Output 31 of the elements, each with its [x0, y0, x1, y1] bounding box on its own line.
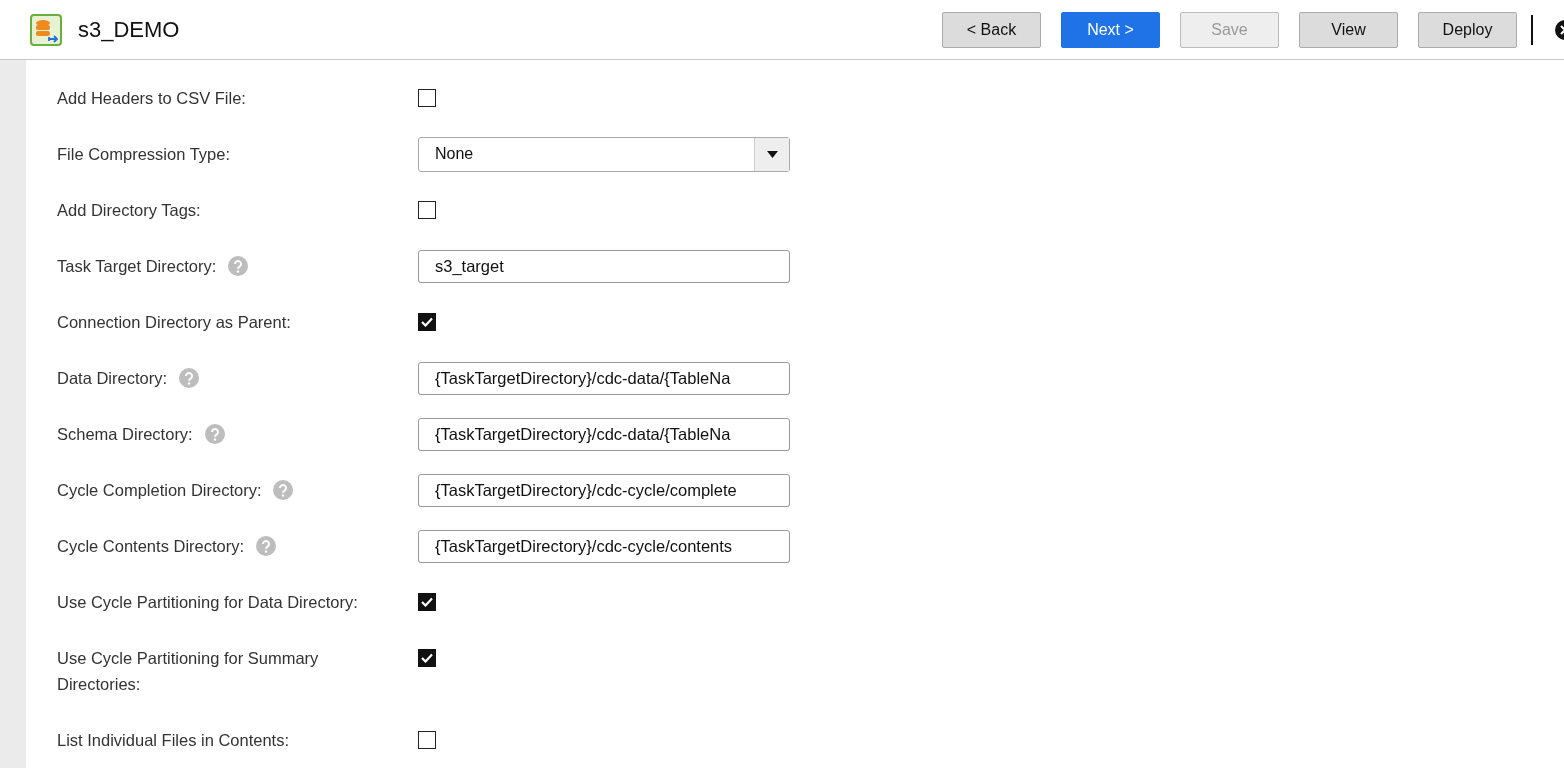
field-label: Use Cycle Partitioning for Summary Directories: [57, 648, 320, 695]
field-label: Use Cycle Partitioning for Data Directory: [57, 592, 358, 613]
view-button[interactable]: View [1299, 11, 1398, 48]
field-label: Cycle Contents Directory: [57, 536, 245, 557]
input-field[interactable]: s3_target [418, 249, 790, 283]
field-label: File Compression Type: [57, 144, 231, 165]
field-label: Add Headers to CSV File: [57, 88, 246, 109]
next-button[interactable]: Next > [1061, 11, 1160, 48]
input-field[interactable]: {TaskTargetDirectory}/cdc-data/{TableNa [418, 417, 790, 451]
checkbox[interactable] [418, 201, 436, 219]
field-label: Connection Directory as Parent: [57, 312, 291, 333]
field-label: Task Target Directory: [57, 256, 217, 277]
field-label: Schema Directory: [57, 424, 193, 445]
caret-icon [766, 150, 778, 158]
input-field[interactable]: {TaskTargetDirectory}/cdc-cycle/complete [418, 473, 790, 507]
input-field[interactable]: {TaskTargetDirectory}/cdc-cycle/contents [418, 529, 790, 563]
checkbox[interactable] [418, 89, 436, 107]
input-field[interactable]: {TaskTargetDirectory}/cdc-data/{TableNa [418, 361, 790, 395]
back-button[interactable]: < Back [942, 11, 1041, 48]
database-logo-icon [30, 13, 62, 46]
deploy-button[interactable]: Deploy [1418, 11, 1517, 48]
task-title: s3_DEMO [78, 16, 181, 43]
compression-dropdown[interactable]: None [418, 136, 790, 172]
checkbox[interactable] [418, 731, 436, 749]
field-label: Add Directory Tags: [57, 200, 201, 221]
field-label: Cycle Completion Directory: [57, 480, 262, 501]
field-label: List Individual Files in Contents: [57, 730, 290, 751]
checkbox[interactable] [418, 593, 436, 611]
checkbox[interactable] [418, 649, 436, 667]
checkbox[interactable] [418, 313, 436, 331]
field-label: Data Directory: [57, 368, 168, 389]
